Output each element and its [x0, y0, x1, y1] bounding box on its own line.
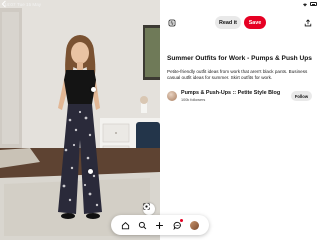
creator-row: Pumps & Push-Ups :: Petite Style Blog 10…	[167, 90, 317, 104]
profile-avatar	[189, 220, 199, 230]
pin-detail-panel: Read it Save Summer Outfits for Work - P…	[160, 0, 320, 240]
search-icon	[139, 221, 147, 229]
battery-icon	[310, 2, 317, 6]
nav-create[interactable]	[154, 219, 166, 231]
bottom-navigation	[111, 215, 209, 235]
creator-followers: 100k followers	[181, 97, 206, 102]
status-indicators	[302, 2, 317, 7]
nav-messages[interactable]	[171, 219, 184, 231]
status-time: 14:07	[4, 1, 16, 7]
save-button[interactable]: Save	[244, 16, 266, 29]
nav-search[interactable]	[137, 219, 149, 231]
follow-button[interactable]: Follow	[291, 91, 312, 101]
share-button[interactable]	[303, 18, 313, 28]
lens-search-icon	[143, 203, 150, 210]
pin-image[interactable]	[0, 0, 160, 240]
shop-hotspot-pants[interactable]	[88, 169, 93, 174]
nav-home[interactable]	[120, 219, 132, 231]
pin-options-button[interactable]	[167, 18, 177, 28]
tune-icon	[168, 19, 176, 27]
read-it-button[interactable]: Read it	[215, 16, 241, 29]
notification-dot	[180, 219, 184, 222]
status-date: Tue 15 May	[17, 1, 42, 7]
pin-action-bar: Read it Save	[160, 16, 320, 30]
status-bar: 14:07 Tue 15 May	[0, 0, 320, 8]
creator-name[interactable]: Pumps & Push-Ups :: Petite Style Blog	[181, 90, 280, 96]
creator-avatar[interactable]	[167, 91, 177, 101]
pin-title: Summer Outfits for Work - Pumps & Push U…	[167, 55, 312, 62]
nav-profile[interactable]	[188, 219, 200, 231]
home-icon	[121, 221, 130, 229]
shop-hotspot-top[interactable]	[91, 87, 96, 92]
visual-search-button[interactable]	[143, 203, 155, 215]
wifi-icon	[303, 2, 307, 6]
plus-icon	[156, 221, 164, 229]
pin-description: Petite-friendly outfit ideas from work t…	[167, 69, 308, 81]
share-icon	[304, 19, 312, 27]
pin-photo-illustration	[0, 0, 160, 240]
